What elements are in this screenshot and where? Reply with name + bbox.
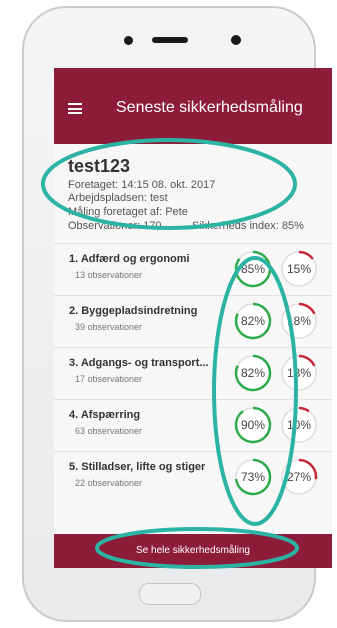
- safety-index-line: Sikkerheds index: 85%: [192, 220, 304, 232]
- negative-percentage-label: 15%: [286, 262, 312, 276]
- category-observations: 13 observationer: [75, 270, 143, 280]
- positive-percentage-label: 85%: [240, 262, 266, 276]
- home-button[interactable]: [139, 583, 201, 605]
- observations-line: Observationer: 170: [68, 220, 162, 232]
- positive-percentage-label: 82%: [240, 366, 266, 380]
- date-line: Foretaget: 14:15 08. okt. 2017: [68, 179, 216, 191]
- category-row[interactable]: 5. Stilladser, lifte og stiger 22 observa…: [54, 451, 332, 503]
- app-bar: Seneste sikkerhedsmåling: [54, 68, 332, 144]
- negative-percentage-label: 18%: [286, 314, 312, 328]
- category-title: 5. Stilladser, lifte og stiger: [69, 461, 206, 473]
- app-screen: Seneste sikkerhedsmåling test123 Foretag…: [54, 68, 332, 568]
- category-observations: 63 observationer: [75, 426, 143, 436]
- measured-by-line: Måling foretaget af: Pete: [68, 206, 188, 218]
- category-observations: 17 observationer: [75, 374, 143, 384]
- category-observations: 39 observationer: [75, 322, 143, 332]
- app-bar-title: Seneste sikkerhedsmåling: [116, 99, 303, 116]
- see-full-report-button[interactable]: Se hele sikkerhedsmåling: [54, 534, 332, 568]
- category-row[interactable]: 1. Adfærd og ergonomi 13 observationer 85%…: [54, 243, 332, 295]
- front-camera-icon: [124, 36, 133, 45]
- category-title: 4. Afspærring: [69, 409, 141, 421]
- negative-percentage-label: 27%: [286, 470, 312, 484]
- category-title: 1. Adfærd og ergonomi: [69, 253, 190, 265]
- category-title: 3. Adgangs- og transport...: [69, 357, 209, 369]
- project-name: test123: [68, 156, 131, 176]
- hamburger-icon[interactable]: [68, 103, 82, 114]
- category-row[interactable]: 2. Byggepladsindretning 39 observationer 8…: [54, 295, 332, 347]
- workplace-line: Arbejdspladsen: test: [68, 192, 168, 204]
- positive-percentage-label: 73%: [240, 470, 266, 484]
- speaker-grille-icon: [152, 37, 188, 43]
- negative-percentage-label: 18%: [286, 366, 312, 380]
- category-title: 2. Byggepladsindretning: [69, 305, 198, 317]
- positive-percentage-label: 90%: [240, 418, 266, 432]
- category-row[interactable]: 4. Afspærring 63 observationer 90% 10%: [54, 399, 332, 451]
- report-content: test123 Foretaget: 14:15 08. okt. 2017 A…: [54, 144, 332, 534]
- category-row[interactable]: 3. Adgangs- og transport... 17 observatio…: [54, 347, 332, 399]
- positive-percentage-label: 82%: [240, 314, 266, 328]
- category-observations: 22 observationer: [75, 478, 143, 488]
- sensor-icon: [231, 35, 241, 45]
- negative-percentage-label: 10%: [286, 418, 312, 432]
